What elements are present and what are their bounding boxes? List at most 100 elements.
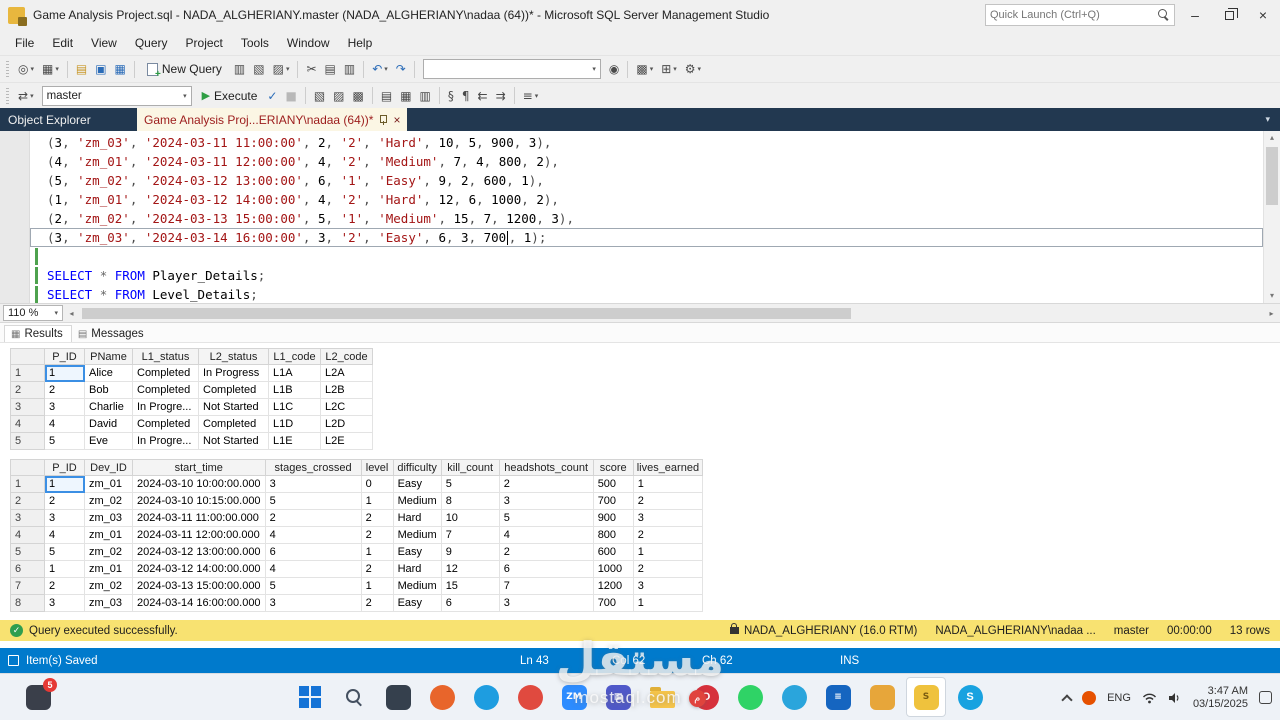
grid-cell[interactable]: 1 — [44, 364, 85, 382]
grid-cell[interactable]: 10 — [440, 509, 500, 527]
menu-query[interactable]: Query — [126, 33, 177, 53]
menu-edit[interactable]: Edit — [43, 33, 82, 53]
grid-cell[interactable]: 5 — [44, 543, 85, 561]
grid-cell[interactable]: Medium — [392, 577, 442, 595]
notification-center-icon[interactable] — [1259, 691, 1272, 704]
taskbar-skype-icon[interactable]: S — [950, 677, 990, 717]
taskbar-explorer-icon[interactable] — [642, 677, 682, 717]
grid-cell[interactable]: zm_01 — [84, 560, 133, 578]
grid-cell[interactable]: 3 — [498, 492, 594, 510]
tab-results[interactable]: ▦ Results — [4, 325, 72, 342]
grid-cell[interactable]: 500 — [592, 475, 634, 493]
grid-cell[interactable]: L2D — [320, 415, 373, 433]
grid-cell[interactable]: Easy — [392, 543, 442, 561]
row-header[interactable]: 5 — [10, 432, 45, 450]
grid-cell[interactable]: 2 — [360, 509, 394, 527]
open-query-icon[interactable]: ▧ — [250, 61, 267, 77]
taskbar-search-button[interactable] — [334, 677, 374, 717]
grid-cell[interactable]: 3 — [264, 475, 362, 493]
grid-cell[interactable]: L2B — [320, 381, 373, 399]
menu-view[interactable]: View — [82, 33, 126, 53]
grid-row[interactable]: 3 3 zm_03 2024-03-11 11:00:00.000 2 2 Hard 10 5 9… — [10, 509, 704, 527]
taskbar-ssms-icon[interactable]: S — [906, 677, 946, 717]
grid-cell[interactable]: 2 — [632, 560, 704, 578]
grid-cell[interactable]: David — [84, 415, 133, 433]
pin-icon[interactable] — [379, 114, 388, 125]
grid-cell[interactable]: zm_02 — [84, 577, 133, 595]
menu-window[interactable]: Window — [278, 33, 339, 53]
grid-cell[interactable]: Easy — [392, 594, 442, 612]
grid-cell[interactable]: zm_03 — [84, 509, 133, 527]
register-server-icon[interactable]: ▦ ▾ — [39, 61, 62, 77]
grid-cell[interactable]: 1 — [632, 543, 704, 561]
grid-cell[interactable]: 1 — [44, 560, 85, 578]
new-query-button[interactable]: New Query — [141, 60, 228, 80]
row-header[interactable]: 4 — [10, 415, 45, 433]
copy-icon[interactable]: ▤ — [322, 61, 339, 77]
grid-cell[interactable]: 700 — [592, 492, 634, 510]
code-line[interactable]: (3, 'zm_03', '2024-03-11 11:00:00', 2, '… — [30, 133, 1263, 152]
redo-icon[interactable]: ↷ — [393, 61, 409, 77]
grid-cell[interactable]: In Progre... — [132, 432, 199, 450]
column-header-difficulty[interactable]: difficulty — [392, 459, 442, 476]
character-indicator[interactable]: Ch 62 — [702, 648, 733, 673]
grid-cell[interactable]: 2024-03-12 14:00:00.000 — [132, 560, 266, 578]
grid-cell[interactable]: 2 — [264, 509, 362, 527]
sqlcmd-mode-icon[interactable]: ≡ ▾ — [520, 88, 542, 104]
scroll-up-arrow-icon[interactable]: ▴ — [1264, 131, 1280, 145]
tab-list-chevron-icon[interactable]: ▾ — [1265, 108, 1280, 131]
taskbar-notes-app-icon[interactable]: ≡ — [818, 677, 858, 717]
grid-cell[interactable]: Completed — [198, 415, 269, 433]
row-header[interactable]: 1 — [10, 475, 45, 493]
grid-cell[interactable]: 1 — [44, 475, 85, 493]
column-header-Dev_ID[interactable]: Dev_ID — [84, 459, 133, 476]
taskbar-notification-app-icon[interactable]: 5 — [18, 677, 58, 717]
grid-cell[interactable]: 2024-03-10 10:00:00.000 — [132, 475, 266, 493]
document-tab[interactable]: Game Analysis Proj...ERIANY\nadaa (64))*… — [137, 108, 408, 131]
execute-button[interactable]: ▶ Execute — [196, 87, 264, 105]
zoom-selector[interactable]: 110 % ▾ — [3, 305, 63, 321]
grid-cell[interactable]: 2024-03-12 13:00:00.000 — [132, 543, 266, 561]
column-header-L1_code[interactable]: L1_code — [268, 348, 321, 365]
chevron-up-icon[interactable] — [1061, 693, 1073, 706]
taskbar-photos-app-icon[interactable] — [862, 677, 902, 717]
grid-cell[interactable]: zm_01 — [84, 475, 133, 493]
grid-row[interactable]: 1 1 zm_01 2024-03-10 10:00:00.000 3 0 Easy 5 2 50… — [10, 475, 704, 493]
grid-cell[interactable]: 8 — [440, 492, 500, 510]
available-databases-icon[interactable]: ⇄ ▾ — [15, 88, 37, 104]
grid-cell[interactable]: 3 — [264, 594, 362, 612]
grid-row[interactable]: 4 4 zm_01 2024-03-11 12:00:00.000 4 2 Medium 7 4… — [10, 526, 704, 544]
grid-cell[interactable]: In Progre... — [132, 398, 199, 416]
row-header[interactable]: 6 — [10, 560, 45, 578]
row-header[interactable]: 5 — [10, 543, 45, 561]
grid-cell[interactable]: L2E — [320, 432, 373, 450]
grid-cell[interactable]: 6 — [264, 543, 362, 561]
row-header[interactable]: 8 — [10, 594, 45, 612]
scrollbar-thumb[interactable] — [1266, 147, 1278, 205]
cut-icon[interactable]: ✂ — [303, 61, 319, 77]
language-indicator[interactable]: ENG — [1107, 692, 1131, 704]
grid-row[interactable]: 5 5 Eve In Progre... Not Started L1E L2E — [10, 432, 373, 450]
column-header-P_ID[interactable]: P_ID — [44, 348, 85, 365]
grid-row[interactable]: 3 3 Charlie In Progre... Not Started L1C L2C — [10, 398, 373, 416]
connect-icon[interactable]: ◎ ▾ — [15, 61, 37, 77]
grid-cell[interactable]: L2A — [320, 364, 373, 382]
restore-button[interactable] — [1212, 0, 1246, 30]
grid-cell[interactable]: Medium — [392, 492, 442, 510]
grid-cell[interactable]: 2 — [632, 526, 704, 544]
grid-row[interactable]: 5 5 zm_02 2024-03-12 13:00:00.000 6 1 Easy 9 2 60… — [10, 543, 704, 561]
client-statistics-icon[interactable]: ▩ — [350, 88, 367, 104]
grid-cell[interactable]: Charlie — [84, 398, 133, 416]
grid-cell[interactable]: 12 — [440, 560, 500, 578]
clock[interactable]: 3:47 AM 03/15/2025 — [1193, 685, 1248, 711]
grid-cell[interactable]: 2024-03-14 16:00:00.000 — [132, 594, 266, 612]
comment-icon[interactable]: § — [445, 88, 457, 104]
menu-help[interactable]: Help — [339, 33, 382, 53]
grid-cell[interactable]: 3 — [44, 509, 85, 527]
grid-cell[interactable]: zm_02 — [84, 543, 133, 561]
grid-corner[interactable] — [10, 459, 45, 476]
analysis-query-icon[interactable]: ▨ ▾ — [270, 61, 293, 77]
level-details-grid[interactable]: P_ID Dev_ID start_time stages_crossed level d… — [10, 459, 704, 612]
code-line[interactable]: (3, 'zm_03', '2024-03-14 16:00:00', 3, '… — [30, 228, 1263, 247]
grid-cell[interactable]: 2 — [498, 475, 594, 493]
